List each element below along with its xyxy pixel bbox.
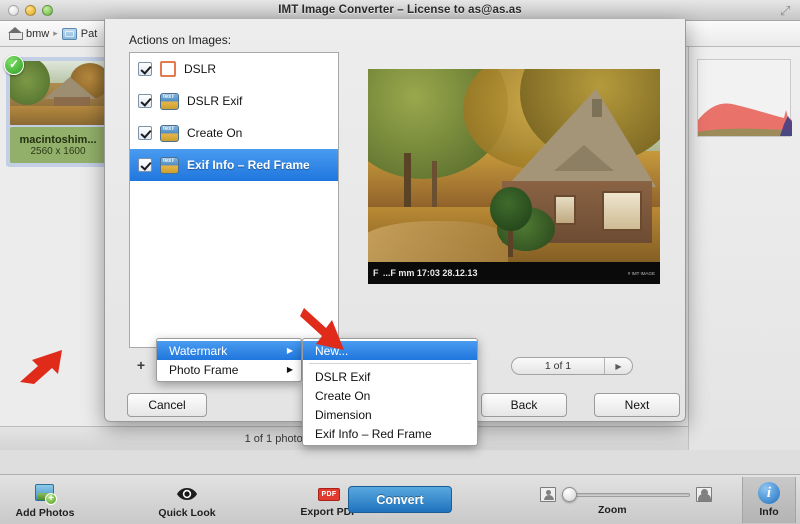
menu-item-label: Watermark bbox=[169, 343, 228, 358]
pager-text: 1 of 1 bbox=[544, 360, 572, 372]
folder-icon bbox=[61, 27, 77, 40]
menu-item-dslr-exif[interactable]: DSLR Exif bbox=[303, 367, 477, 386]
action-label: Exif Info – Red Frame bbox=[187, 158, 310, 172]
info-label: Info bbox=[759, 506, 779, 518]
quick-look-button[interactable]: Quick Look bbox=[146, 479, 228, 523]
pdf-badge-label: PDF bbox=[317, 487, 341, 501]
quick-look-label: Quick Look bbox=[158, 507, 216, 519]
breadcrumb-separator-icon: ▸ bbox=[53, 28, 58, 38]
zoom-label: Zoom bbox=[598, 504, 627, 516]
checkbox-icon[interactable] bbox=[138, 158, 152, 172]
window-controls bbox=[8, 5, 53, 16]
histogram bbox=[697, 59, 792, 137]
add-photos-label: Add Photos bbox=[15, 507, 75, 519]
thumbnail-dimensions: 2560 x 1600 bbox=[30, 145, 86, 157]
checkbox-icon[interactable] bbox=[138, 94, 152, 108]
app-window: IMT Image Converter – License to as@as.a… bbox=[0, 0, 800, 524]
context-menu-submenu[interactable]: New... DSLR Exif Create On Dimension Exi… bbox=[302, 338, 478, 446]
context-menu-primary[interactable]: Watermark ▶ Photo Frame ▶ bbox=[156, 338, 302, 382]
home-icon bbox=[8, 27, 23, 40]
resize-grip-icon[interactable]: ⤢ bbox=[780, 4, 793, 17]
checkbox-icon[interactable] bbox=[138, 62, 152, 76]
exif-overlay-right: # IMT IMAGE bbox=[627, 270, 655, 276]
menu-item-watermark[interactable]: Watermark ▶ bbox=[157, 341, 301, 360]
menu-item-exif-info-red-frame[interactable]: Exif Info – Red Frame bbox=[303, 424, 477, 443]
menu-item-create-on[interactable]: Create On bbox=[303, 386, 477, 405]
watermark-text-icon bbox=[160, 92, 179, 110]
menu-item-new[interactable]: New... bbox=[303, 341, 477, 360]
preview-image: F ...F mm 17:03 28.12.13 # IMT IMAGE bbox=[368, 69, 660, 284]
bottom-toolbar: + Add Photos Quick Look PDF Export PDF C… bbox=[0, 474, 800, 524]
window-titlebar: IMT Image Converter – License to as@as.a… bbox=[0, 0, 800, 21]
minimize-button[interactable] bbox=[25, 5, 36, 16]
back-button[interactable]: Back bbox=[481, 393, 567, 417]
maximize-button[interactable] bbox=[42, 5, 53, 16]
zoom-out-person-icon[interactable] bbox=[540, 487, 556, 502]
menu-item-dimension[interactable]: Dimension bbox=[303, 405, 477, 424]
pdf-icon: PDF bbox=[317, 484, 341, 504]
action-label: Create On bbox=[187, 126, 243, 140]
preview-area: F ...F mm 17:03 28.12.13 # IMT IMAGE bbox=[364, 61, 664, 311]
thumbnail-label: macintoshim... 2560 x 1600 bbox=[10, 127, 106, 163]
action-label: DSLR Exif bbox=[187, 94, 243, 108]
breadcrumb-item-folder[interactable]: Pat bbox=[61, 27, 98, 40]
add-action-button[interactable]: + bbox=[131, 357, 151, 374]
action-label: DSLR bbox=[184, 62, 217, 76]
zoom-slider-track[interactable] bbox=[564, 493, 690, 497]
watermark-text-icon bbox=[160, 156, 179, 174]
thumbnail-cell[interactable]: ✓ macintoshim... 2560 x 1600 bbox=[4, 55, 110, 167]
red-frame-icon bbox=[160, 61, 176, 77]
menu-item-photo-frame[interactable]: Photo Frame ▶ bbox=[157, 360, 301, 379]
watermark-text-icon bbox=[160, 124, 179, 142]
convert-button[interactable]: Convert bbox=[348, 486, 452, 513]
actions-list[interactable]: DSLR DSLR Exif Create On Exif Info – Red… bbox=[129, 52, 339, 348]
submenu-arrow-icon: ▶ bbox=[286, 365, 293, 374]
thumbnail-image bbox=[10, 61, 106, 125]
info-icon: i bbox=[758, 482, 780, 504]
close-button[interactable] bbox=[8, 5, 19, 16]
zoom-slider-knob[interactable] bbox=[562, 487, 577, 502]
next-button[interactable]: Next bbox=[594, 393, 680, 417]
exif-overlay: F ...F mm 17:03 28.12.13 # IMT IMAGE bbox=[368, 262, 660, 284]
action-row[interactable]: Exif Info – Red Frame bbox=[130, 149, 338, 181]
action-row[interactable]: Create On bbox=[130, 117, 338, 149]
add-photos-icon: + bbox=[33, 483, 57, 505]
breadcrumb-home-label: bmw bbox=[26, 27, 50, 40]
menu-separator bbox=[309, 363, 471, 364]
thumbnail-filename: macintoshim... bbox=[19, 133, 97, 146]
pager-next-button[interactable]: ▶ bbox=[604, 358, 632, 374]
actions-section-label: Actions on Images: bbox=[129, 33, 232, 47]
preview-pager: 1 of 1 ▶ bbox=[511, 357, 633, 375]
thumbnail-selected-icon[interactable]: ✓ bbox=[4, 55, 24, 75]
zoom-slider-group: Zoom bbox=[540, 485, 720, 517]
submenu-arrow-icon: ▶ bbox=[286, 346, 293, 355]
window-title: IMT Image Converter – License to as@as.a… bbox=[278, 4, 522, 16]
info-button[interactable]: i Info bbox=[742, 477, 796, 523]
checkbox-icon[interactable] bbox=[138, 126, 152, 140]
breadcrumb-item-home[interactable]: bmw bbox=[8, 27, 49, 40]
zoom-in-person-icon[interactable] bbox=[696, 487, 712, 502]
action-row[interactable]: DSLR bbox=[130, 53, 338, 85]
exif-overlay-main: ...F mm 17:03 28.12.13 bbox=[382, 268, 478, 278]
histogram-curve-icon bbox=[698, 103, 792, 136]
add-photos-button[interactable]: + Add Photos bbox=[4, 479, 86, 523]
menu-item-label: Photo Frame bbox=[169, 362, 239, 377]
eye-icon bbox=[176, 483, 198, 505]
action-row[interactable]: DSLR Exif bbox=[130, 85, 338, 117]
info-side-panel bbox=[688, 47, 800, 450]
breadcrumb-folder-label: Pat bbox=[80, 27, 98, 40]
cancel-button[interactable]: Cancel bbox=[127, 393, 207, 417]
